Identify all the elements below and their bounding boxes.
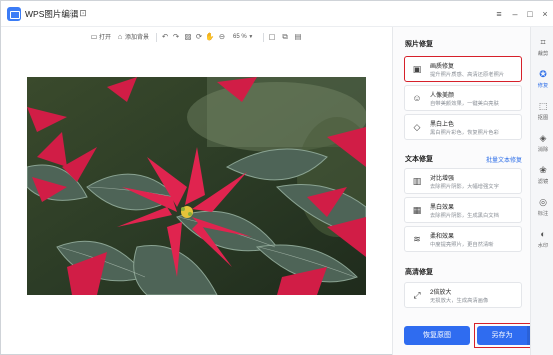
- section-title-hd-repair: 高清修复: [405, 269, 433, 276]
- divider: [263, 33, 264, 42]
- card-portrait-beauty[interactable]: ☺ 人像美颜 自带美颜效果，一键美白亮肤: [404, 85, 522, 111]
- compare-icon: ▨: [184, 32, 192, 41]
- portrait-icon: ☺: [412, 93, 422, 103]
- contrast-icon: ▥: [412, 176, 422, 186]
- zoom-out-button[interactable]: ⊖: [217, 31, 227, 43]
- divider: [156, 33, 157, 42]
- rotate-button[interactable]: ⟳: [194, 31, 204, 43]
- menu-icon[interactable]: ≡: [492, 7, 506, 21]
- card-bw-effect[interactable]: ▦ 黑白效果 去除照片阴影，生成黑白文档: [404, 197, 522, 223]
- copy-button[interactable]: ⧉: [280, 31, 290, 43]
- open-button[interactable]: ▭打开: [89, 31, 111, 43]
- hand-tool-button[interactable]: ✋: [205, 31, 215, 43]
- expand-icon: ⤢: [413, 290, 421, 300]
- batch-text-repair-link[interactable]: 批量文本修复: [486, 155, 522, 164]
- soft-icon: ≋: [413, 234, 421, 244]
- image-button[interactable]: ▤: [293, 31, 303, 43]
- color-icon: ◇: [413, 122, 421, 132]
- folder-icon: ▭: [90, 32, 98, 41]
- image-toolbar: ▭打开 ⌂ 添加背景 ↶ ↷ ▨ ⟳ ✋ ⊖ 65 % ▼ ▢ ⧉ ▤: [1, 27, 391, 47]
- app-window: WPS图片编辑 ⊡ ≡ – □ × ▭打开 ⌂ 添加背景 ↶ ↷ ▨ ⟳ ✋ ⊖ …: [0, 0, 553, 355]
- pin-icon[interactable]: ⊡: [77, 7, 89, 19]
- background-icon: ⌂: [117, 32, 123, 41]
- copy-icon: ⧉: [282, 32, 288, 41]
- app-logo-icon: [7, 7, 21, 21]
- card-colorize[interactable]: ◇ 黑白上色 黑白照片彩色，恢复照片色彩: [404, 114, 522, 140]
- redo-button[interactable]: ↷: [171, 31, 181, 43]
- bw-icon: ▦: [412, 205, 422, 215]
- card-quality-repair[interactable]: ▣ 画质修复 提升照片质感、高清还原老照片: [404, 56, 522, 82]
- title-bar: WPS图片编辑 ⊡ ≡ – □ ×: [1, 1, 553, 27]
- rail-item-watermark[interactable]: ◐ 水印: [531, 225, 553, 255]
- rail-item-repair[interactable]: ✪ 修复: [531, 65, 553, 95]
- repair-icon: ✪: [539, 69, 547, 79]
- hand-icon: ✋: [205, 32, 215, 41]
- rail-item-eraser[interactable]: ◈ 消除: [531, 129, 553, 159]
- close-icon[interactable]: ×: [538, 7, 552, 21]
- tool-rail: ⌗ 裁剪 ✪ 修复 ⬚ 抠图 ◈ 消除 ❀ 滤镜 ◎ 标注 ◐ 水印: [530, 27, 553, 355]
- section-title-text-repair: 文本修复: [405, 156, 433, 163]
- filter-icon: ❀: [539, 165, 547, 175]
- fit-button[interactable]: ▢: [267, 31, 277, 43]
- redo-icon: ↷: [172, 32, 180, 41]
- chevron-down-icon: ▼: [248, 34, 254, 40]
- zoom-out-icon: ⊖: [218, 32, 226, 41]
- rail-item-filter[interactable]: ❀ 滤镜: [531, 161, 553, 191]
- zoom-level-select[interactable]: 65 % ▼: [233, 31, 253, 43]
- fit-icon: ▢: [268, 32, 276, 41]
- edited-photo[interactable]: [27, 77, 366, 295]
- image-canvas[interactable]: [2, 47, 391, 353]
- annotate-icon: ◎: [539, 197, 547, 207]
- rotate-icon: ⟳: [195, 32, 203, 41]
- divider: [71, 9, 72, 19]
- add-background-button[interactable]: ⌂ 添加背景: [115, 31, 149, 43]
- section-title-photo-repair: 照片修复: [405, 41, 433, 48]
- cutout-icon: ⬚: [538, 101, 548, 111]
- card-contrast-enhance[interactable]: ▥ 对比增强 去除照片阴影，大幅增强文字: [404, 168, 522, 194]
- card-soft-effect[interactable]: ≋ 柔和效果 中度提亮照片，更自然清晰: [404, 226, 522, 252]
- compare-button[interactable]: ▨: [183, 31, 193, 43]
- rail-item-annotate[interactable]: ◎ 标注: [531, 193, 553, 223]
- maximize-icon[interactable]: □: [523, 7, 537, 21]
- crop-icon: ⌗: [540, 37, 546, 47]
- undo-button[interactable]: ↶: [160, 31, 170, 43]
- function-panel: 照片修复 ▣ 画质修复 提升照片质感、高清还原老照片 ☺ 人像美颜 自带美颜效果…: [392, 27, 530, 355]
- card-2x-upscale[interactable]: ⤢ 2倍放大 无损放大，生成高清画像: [404, 282, 522, 308]
- save-as-button[interactable]: 另存为: [477, 326, 527, 345]
- image-icon: ▣: [412, 64, 422, 74]
- minimize-icon[interactable]: –: [508, 7, 522, 21]
- undo-icon: ↶: [161, 32, 169, 41]
- watermark-icon: ◐: [540, 229, 546, 239]
- reset-original-button[interactable]: 恢复原图: [404, 326, 470, 345]
- image-icon: ▤: [294, 32, 302, 41]
- rail-item-crop[interactable]: ⌗ 裁剪: [531, 33, 553, 63]
- poinsettia-photo: [27, 77, 366, 295]
- rail-item-cutout[interactable]: ⬚ 抠图: [531, 97, 553, 127]
- eraser-icon: ◈: [539, 133, 547, 143]
